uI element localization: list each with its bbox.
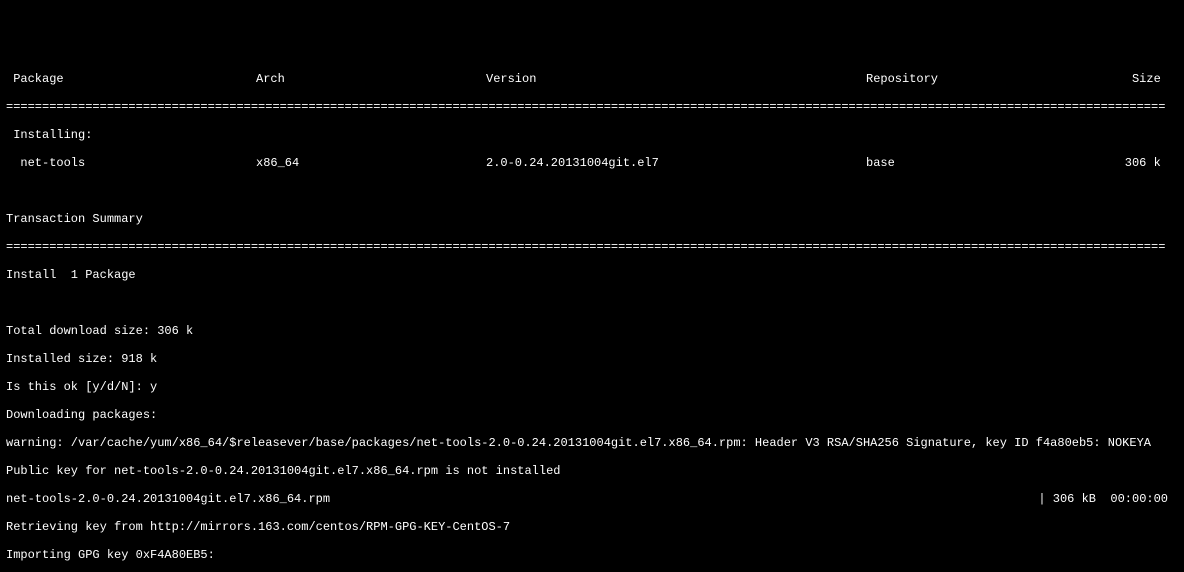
pkg-name: net-tools [6,156,256,170]
package-row: net-toolsx86_642.0-0.24.20131004git.el7b… [6,156,1178,170]
download-stats: | 306 kB 00:00:00 [1016,492,1178,506]
pkg-version: 2.0-0.24.20131004git.el7 [486,156,866,170]
col-repository: Repository [866,72,1076,86]
download-progress: net-tools-2.0-0.24.20131004git.el7.x86_6… [6,492,1178,506]
total-download-size: Total download size: 306 k [6,324,1178,338]
terminal-output[interactable]: PackageArchVersionRepositorySize =======… [0,56,1184,572]
blank-line [6,184,1178,198]
installed-size: Installed size: 918 k [6,352,1178,366]
pkg-repo: base [866,156,1076,170]
col-size: Size [1076,72,1178,86]
divider-rule: ========================================… [6,100,1166,114]
retrieving-key: Retrieving key from http://mirrors.163.c… [6,520,1178,534]
warning-nokey: warning: /var/cache/yum/x86_64/$releasev… [6,436,1178,450]
table-header: PackageArchVersionRepositorySize [6,72,1178,86]
download-file: net-tools-2.0-0.24.20131004git.el7.x86_6… [6,492,1016,506]
install-count: Install 1 Package [6,268,1178,282]
pkg-size: 306 k [1076,156,1178,170]
confirm-prompt: Is this ok [y/d/N]: y [6,380,1178,394]
installing-label: Installing: [6,128,1178,142]
pubkey-not-installed: Public key for net-tools-2.0-0.24.201310… [6,464,1178,478]
pkg-arch: x86_64 [256,156,486,170]
col-arch: Arch [256,72,486,86]
col-package: Package [6,72,256,86]
downloading-label: Downloading packages: [6,408,1178,422]
importing-key: Importing GPG key 0xF4A80EB5: [6,548,1178,562]
col-version: Version [486,72,866,86]
blank-line [6,296,1178,310]
transaction-summary: Transaction Summary [6,212,1178,226]
divider-rule: ========================================… [6,240,1166,254]
